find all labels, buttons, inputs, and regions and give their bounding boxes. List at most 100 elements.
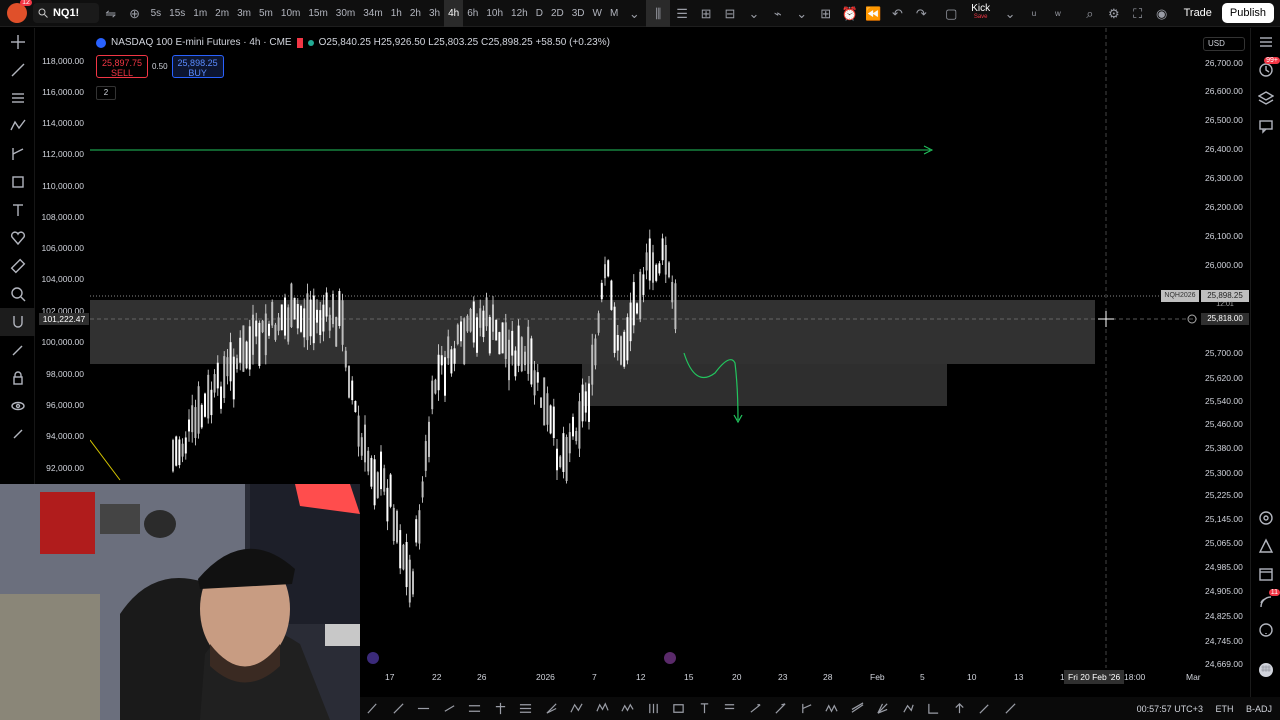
layout-icon[interactable]: ⊟ [718, 0, 742, 27]
crosshair-tool[interactable] [0, 28, 35, 56]
bottom-measure-tool[interactable] [921, 697, 947, 720]
user-w-avatar[interactable]: w [1046, 0, 1070, 27]
hide-tool[interactable] [0, 392, 35, 420]
clock-readout[interactable]: 00:57:57 UTC+3 [1137, 704, 1203, 714]
bottom-text-tool[interactable] [692, 697, 718, 720]
bottom-brush-2-tool[interactable] [972, 697, 998, 720]
bottom-ray-tool[interactable] [437, 697, 463, 720]
bottom-channel-tool[interactable] [462, 697, 488, 720]
bottom-projection-tool[interactable] [743, 697, 769, 720]
chat-button[interactable] [1251, 112, 1280, 140]
settings-icon[interactable]: ⚙ [1102, 0, 1126, 27]
dom-button[interactable] [1251, 532, 1280, 560]
bar-style-icon[interactable]: ⫼ [646, 0, 671, 27]
sell-button[interactable]: 25,897.75 SELL [96, 55, 148, 78]
symbol-search[interactable]: NQ1! [32, 3, 99, 23]
buy-button[interactable]: 25,898.25 BUY [171, 55, 224, 78]
interval-6h[interactable]: 6h [463, 0, 482, 27]
interval-2m[interactable]: 2m [211, 0, 233, 27]
target-button[interactable] [1251, 504, 1280, 532]
alerts-button[interactable]: 99+ [1251, 56, 1280, 84]
chart-type-icon[interactable]: ⌁ [766, 0, 790, 27]
text-tool[interactable] [0, 196, 35, 224]
bottom-path-tool[interactable] [896, 697, 922, 720]
publish-button[interactable]: Publish [1221, 3, 1274, 23]
interval-30m[interactable]: 30m [332, 0, 359, 27]
stream-button[interactable]: 11 [1251, 588, 1280, 616]
bottom-regression-tool[interactable] [845, 697, 871, 720]
interval-10h[interactable]: 10h [482, 0, 507, 27]
zoom-tool[interactable] [0, 280, 35, 308]
magnet-tool[interactable] [0, 308, 35, 336]
time-axis[interactable]: 17 22 26 2026 7 12 15 20 23 28 Feb 5 10 13 1 Mar Fri 20 … [360, 670, 1201, 686]
user-u-avatar[interactable]: u [1022, 0, 1046, 27]
interval-W[interactable]: W [589, 0, 606, 27]
redo-icon[interactable]: ↷ [909, 0, 933, 27]
interval-15m[interactable]: 15m [304, 0, 331, 27]
interval-1m[interactable]: 1m [189, 0, 211, 27]
bottom-xabcd-tool[interactable] [590, 697, 616, 720]
logo-icon[interactable]: 12 [7, 0, 32, 23]
link-tool[interactable] [0, 420, 35, 448]
camera-icon[interactable]: ◉ [1150, 0, 1174, 27]
bottom-cycle-tool[interactable] [641, 697, 667, 720]
bottom-zigzag-tool[interactable] [819, 697, 845, 720]
interval-3h[interactable]: 3h [425, 0, 444, 27]
adjust-readout[interactable]: B-ADJ [1246, 704, 1272, 714]
kick-button[interactable]: Kick Save [971, 4, 990, 22]
bottom-pin-tool[interactable] [947, 697, 973, 720]
bottom-arrow-tool[interactable] [768, 697, 794, 720]
bottom-trendline-tool[interactable] [386, 697, 412, 720]
add-symbol-icon[interactable]: ⊕ [123, 0, 147, 27]
chevron-down-icon[interactable]: ⌄ [742, 0, 766, 27]
bottom-forecast-tool[interactable] [794, 697, 820, 720]
interval-2D[interactable]: 2D [547, 0, 568, 27]
bottom-elliott-tool[interactable] [615, 697, 641, 720]
bottom-pitchfork-tool[interactable] [488, 697, 514, 720]
bottom-pencil-tool[interactable] [998, 697, 1024, 720]
collapse-indicators-button[interactable]: 2 [96, 86, 116, 100]
bottom-fib-tool[interactable] [513, 697, 539, 720]
interval-4h[interactable]: 4h [444, 0, 464, 27]
lock-tool[interactable] [0, 364, 35, 392]
left-price-axis[interactable]: 118,000.00 116,000.00 114,000.00 112,000.00… [35, 28, 90, 488]
calendar-button[interactable] [1251, 560, 1280, 588]
bottom-long-position-tool[interactable] [717, 697, 743, 720]
fullscreen-icon[interactable]: ⛶ [1126, 0, 1150, 27]
compare-symbol-icon[interactable]: ⇋ [99, 0, 123, 27]
interval-34m[interactable]: 34m [359, 0, 386, 27]
interval-D[interactable]: D [532, 0, 547, 27]
object-tree-button[interactable] [1251, 84, 1280, 112]
fullscreen-box-icon[interactable]: ▢ [939, 0, 963, 27]
currency-readout[interactable]: ETH [1215, 704, 1233, 714]
bottom-fan-tool[interactable] [870, 697, 896, 720]
grid-icon[interactable]: ⊞ [814, 0, 838, 27]
watchlist-button[interactable] [1251, 28, 1280, 56]
pattern-tool[interactable] [0, 112, 35, 140]
bottom-brush-tool[interactable] [360, 697, 386, 720]
interval-M[interactable]: M [606, 0, 622, 27]
chevron-down-icon[interactable]: ⌄ [790, 0, 814, 27]
replay-icon[interactable]: ⏪ [862, 0, 886, 27]
stay-drawing-tool[interactable] [0, 336, 35, 364]
indicators-icon[interactable]: ☰ [670, 0, 694, 27]
legend-title[interactable]: NASDAQ 100 E-mini Futures · 4h · CME [111, 37, 292, 48]
right-price-axis[interactable]: USD 26,700.00 26,600.00 26,500.00 26,400.00 2… [1197, 28, 1250, 678]
measure-tool[interactable] [0, 252, 35, 280]
interval-1h[interactable]: 1h [387, 0, 406, 27]
search-icon[interactable]: ⌕ [1078, 0, 1102, 27]
interval-15s[interactable]: 15s [165, 0, 189, 27]
interval-5s[interactable]: 5s [147, 0, 166, 27]
forecast-tool[interactable] [0, 140, 35, 168]
bottom-pattern-tool[interactable] [564, 697, 590, 720]
icons-tool[interactable] [0, 224, 35, 252]
bottom-horizontal-line-tool[interactable] [411, 697, 437, 720]
help-button[interactable] [1251, 616, 1280, 644]
trade-button[interactable]: Trade [1174, 0, 1222, 27]
alert-icon[interactable]: ⏰ [838, 0, 862, 27]
chevron-down-icon[interactable]: ⌄ [998, 0, 1022, 27]
templates-icon[interactable]: ⊞ [694, 0, 718, 27]
interval-5m[interactable]: 5m [255, 0, 277, 27]
interval-3D[interactable]: 3D [568, 0, 589, 27]
interval-2h[interactable]: 2h [406, 0, 425, 27]
